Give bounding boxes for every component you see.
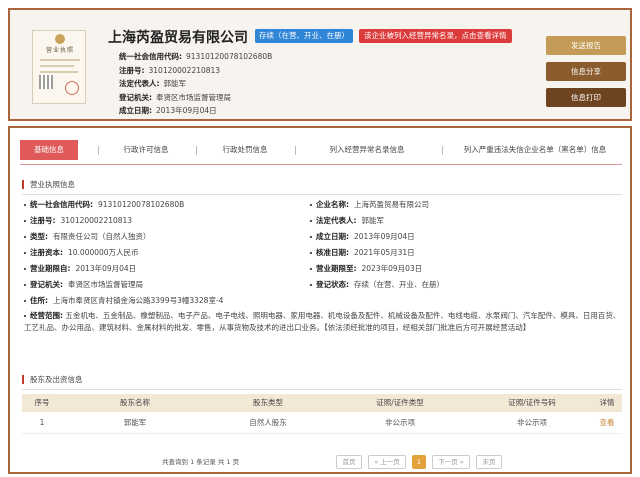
cell-name: 郭能军	[123, 418, 147, 427]
cell-type: 自然人股东	[249, 418, 287, 427]
field-authority: 登记机关: 奉贤区市场监督管理局	[24, 279, 143, 290]
field-term-start: 营业期限自: 2013年09月04日	[24, 263, 136, 274]
col-detail: 详情	[599, 398, 615, 407]
section-title-license: 营业执照信息	[22, 180, 75, 189]
field-term-end: 营业期限至: 2023年09月03日	[310, 263, 422, 274]
status-badge: 存续（在营、开业、在册）	[255, 29, 353, 43]
share-info-button[interactable]: 信息分享	[546, 62, 626, 81]
col-type: 股东类型	[253, 398, 283, 407]
company-header-card: 营业执照 上海芮盈贸易有限公司 存续（在营、开业、在册） 该企业被列入经营异常名…	[8, 8, 632, 121]
field-credit-code: 统一社会信用代码: 91310120078102680B	[24, 199, 184, 210]
field-reg-number: 注册号: 310120002210813	[24, 215, 132, 226]
field-address: 住所: 上海市奉贤区青村镇金海公路3399号3幢3328室-4	[24, 295, 223, 306]
bullet-icon	[24, 268, 26, 270]
current-page-button[interactable]: 1	[412, 455, 426, 469]
bullet-icon	[310, 284, 312, 286]
cell-id-type: 非公示项	[385, 418, 415, 427]
field-capital: 注册资本: 10.000000万人民币	[24, 247, 139, 258]
tab-blacklist[interactable]: 列入严重违法失信企业名单（黑名单）信息	[448, 140, 622, 160]
bullet-icon	[310, 268, 312, 270]
section-title-shareholders: 股东及出资信息	[22, 375, 83, 384]
shareholder-table: 序号 股东名称 股东类型 证照/证件类型 证照/证件号码 详情 1 郭能军 自然…	[22, 394, 622, 434]
bullet-icon	[310, 204, 312, 206]
last-page-button[interactable]: 末页	[476, 455, 502, 469]
bullet-icon	[24, 236, 26, 238]
bullet-icon	[24, 204, 26, 206]
bullet-icon	[24, 252, 26, 254]
field-company-name: 企业名称: 上海芮盈贸易有限公司	[310, 199, 429, 210]
view-detail-link[interactable]: 查看	[592, 412, 622, 434]
license-image-title: 营业执照	[45, 47, 74, 54]
summary-legal-rep: 法定代表人: 郭能军	[119, 79, 186, 88]
bullet-icon	[310, 236, 312, 238]
business-license-image[interactable]: 营业执照	[32, 30, 86, 104]
summary-reg-number: 注册号: 310120002210813	[119, 65, 221, 75]
tab-admin-license[interactable]: 行政许可信息	[104, 140, 188, 160]
field-founded: 成立日期: 2013年09月04日	[310, 231, 415, 242]
col-index: 序号	[34, 398, 50, 407]
table-row: 1 郭能军 自然人股东 非公示项 非公示项 查看	[22, 412, 622, 434]
field-type: 类型: 有限责任公司（自然人独资）	[24, 231, 151, 242]
tab-basic-info[interactable]: 基础信息	[20, 140, 78, 160]
summary-credit-code: 统一社会信用代码: 91310120078102680B	[119, 52, 273, 61]
next-page-button[interactable]: 下一页 »	[432, 455, 470, 469]
table-header: 序号 股东名称 股东类型 证照/证件类型 证照/证件号码 详情	[22, 394, 622, 412]
field-approval-date: 核准日期: 2021年05月31日	[310, 247, 415, 258]
cell-id-number: 非公示项	[517, 418, 547, 427]
company-detail-card: 基础信息 行政许可信息 行政处罚信息 列入经营异常名录信息 列入严重违法失信企业…	[8, 126, 632, 474]
bullet-icon	[310, 220, 312, 222]
summary-founded: 成立日期: 2013年09月04日	[119, 106, 217, 115]
col-id-type: 证照/证件类型	[376, 398, 424, 407]
tab-admin-penalty[interactable]: 行政处罚信息	[203, 140, 287, 160]
bullet-icon	[24, 300, 26, 302]
pagination: 共查询到 1 条记录 共 1 页 首页 « 上一页 1 下一页 » 末页	[10, 455, 634, 469]
field-reg-status: 登记状态: 存续（在营、开业、在册）	[310, 279, 444, 290]
cell-index: 1	[39, 418, 45, 427]
first-page-button[interactable]: 首页	[336, 455, 362, 469]
prev-page-button[interactable]: « 上一页	[368, 455, 406, 469]
national-emblem-icon	[55, 34, 65, 44]
bullet-icon	[310, 252, 312, 254]
field-legal-rep: 法定代表人: 郭能军	[310, 215, 384, 226]
company-name: 上海芮盈贸易有限公司	[108, 30, 248, 46]
section-divider	[22, 194, 622, 195]
col-name: 股东名称	[120, 398, 150, 407]
field-business-scope: 经营范围: 五金机电、五金制品、橡塑制品、电子产品、电子电线、照明电器、家用电器…	[24, 311, 621, 332]
col-id-number: 证照/证件号码	[508, 398, 556, 407]
abnormal-list-badge[interactable]: 该企业被列入经营异常名录，点击查看详情	[359, 29, 512, 43]
section-divider	[22, 389, 622, 390]
summary-authority: 登记机关: 奉贤区市场监督管理局	[119, 92, 231, 102]
official-seal-icon	[65, 81, 79, 95]
bullet-icon	[24, 315, 26, 317]
tab-abnormal-list[interactable]: 列入经营异常名录信息	[302, 140, 432, 160]
info-tabs: 基础信息 行政许可信息 行政处罚信息 列入经营异常名录信息 列入严重违法失信企业…	[20, 140, 622, 160]
qr-code-icon	[39, 75, 53, 89]
print-info-button[interactable]: 信息打印	[546, 88, 626, 107]
send-report-button[interactable]: 发送报告	[546, 36, 626, 55]
bullet-icon	[24, 220, 26, 222]
tabs-divider	[20, 164, 622, 165]
pagination-summary: 共查询到 1 条记录 共 1 页	[162, 458, 240, 466]
bullet-icon	[24, 284, 26, 286]
company-summary: 统一社会信用代码: 91310120078102680B 注册号: 31012000…	[119, 50, 272, 118]
